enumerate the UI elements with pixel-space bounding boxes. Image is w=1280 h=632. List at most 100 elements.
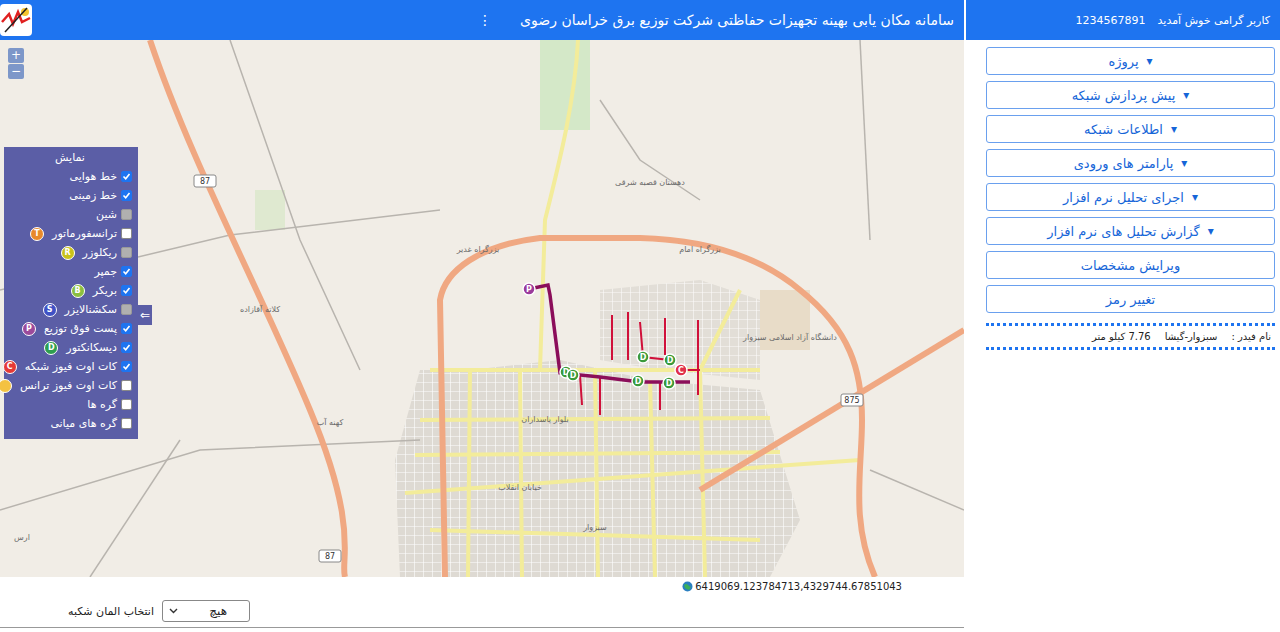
checkbox[interactable] [121,285,132,296]
checkbox[interactable] [121,323,132,334]
svg-text:D: D [640,353,647,362]
menu-label: اجرای تحلیل نرم افزار [1063,190,1184,205]
legend-item[interactable]: ترانسفورماتورT [8,224,132,243]
checkbox[interactable] [121,190,132,201]
checkbox[interactable] [121,266,132,277]
map-label: بلوار پاسداران [521,415,568,424]
main-road [650,380,655,577]
legend-title: نمایش [8,151,132,164]
legend-item[interactable]: دیسکانکتورD [8,338,132,357]
map-label: کهنه آب [317,417,344,427]
menu-button[interactable]: ⋮ [478,12,492,28]
feeder-branch[interactable] [580,375,582,405]
equipment-marker[interactable]: D [663,377,675,389]
legend-item[interactable]: شین [8,205,132,224]
legend-item[interactable]: بریکر B [8,281,132,300]
checkbox[interactable] [121,171,132,182]
menu-label: اطلاعات شبکه [1084,122,1163,137]
checkbox[interactable] [121,361,132,372]
legend-label: شین [96,208,117,221]
legend-item[interactable]: جمپر [8,262,132,281]
svg-text:875: 875 [844,396,859,405]
main-road [468,370,470,577]
checkbox[interactable] [121,228,132,239]
equipment-marker[interactable]: P [523,283,535,295]
equipment-marker[interactable]: D [664,354,676,366]
minor-road [230,40,360,370]
feeder-branch[interactable] [611,315,613,360]
legend-label: کات اوت فیوز شبکه [25,360,117,373]
feeder-branch[interactable] [664,318,666,355]
main-road [520,370,522,577]
legend-item[interactable]: ریکلوزرR [8,243,132,262]
minor-road [860,40,870,240]
legend-badge-icon: R [61,246,75,260]
legend-label: کات اوت فیوز ترانس [20,379,117,392]
menu-button[interactable]: تغییر رمز [986,285,1275,313]
feeder-branch[interactable] [697,320,699,395]
menu-label: تغییر رمز [1106,292,1155,307]
legend-label: گره های میانی [50,417,117,430]
user-bar: کاربر گرامی خوش آمدید1234567891 [966,0,1280,40]
checkbox[interactable] [121,342,132,353]
legend-label: سکشنالایزر [65,303,118,316]
menu-button[interactable]: ▾پیش پردازش شبکه [986,81,1275,109]
feeder-branch[interactable] [627,312,629,360]
legend-item[interactable]: گره ها [8,395,132,414]
highway [440,238,875,577]
checkbox[interactable] [121,418,132,429]
zoom-controls: +− [8,48,24,79]
checkbox[interactable] [121,399,132,410]
legend-item[interactable]: خط زمینی [8,186,132,205]
legend-collapse-button[interactable]: ⇐ [138,305,152,325]
legend-item[interactable]: گره های میانی [8,414,132,433]
checkbox[interactable] [121,209,132,220]
menu-button[interactable]: ▾اجرای تحلیل نرم افزار [986,183,1275,211]
app-root: سامانه مکان یابی بهینه تجهیزات حفاظتی شر… [0,0,1280,632]
svg-text:D: D [570,371,577,380]
legend-item[interactable]: خط هوایی [8,167,132,186]
caret-icon: ▾ [1183,88,1189,102]
menu-button[interactable]: ▾گزارش تحلیل های نرم افزار [986,217,1275,245]
checkbox[interactable] [121,380,132,391]
menu-label: پروژه [1108,54,1138,69]
map-label: سبزوار [582,523,607,532]
zoom-out-button[interactable]: − [8,64,24,79]
svg-text:P: P [526,285,532,294]
map[interactable]: کلاته آقازادهکهنه آبسبزواردانشگاه آزاد ا… [0,40,964,577]
minor-road [600,100,700,200]
legend-item[interactable]: کات اوت فیوز ترانس [8,376,132,395]
side-panel: ▾پروژه▾پیش پردازش شبکه▾اطلاعات شبکه▾پارا… [964,40,1280,628]
equipment-marker[interactable]: D [567,369,579,381]
caret-icon: ▾ [1208,224,1214,238]
menu-button[interactable]: ویرایش مشخصات [986,251,1275,279]
equipment-marker[interactable]: D [632,375,644,387]
equipment-marker[interactable]: C [675,364,687,376]
menu-label: پارامتر های ورودی [1074,156,1174,171]
globe-icon [682,581,693,592]
equipment-marker[interactable]: D [637,351,649,363]
caret-icon: ▾ [1171,122,1177,136]
menu-button[interactable]: ▾پارامتر های ورودی [986,149,1275,177]
select-value: هیچ [209,604,227,618]
checkbox[interactable] [121,304,132,315]
legend-item[interactable]: سکشنالایزرS [8,300,132,319]
menu-button[interactable]: ▾ اطلاعات شبکه [986,115,1275,143]
zoom-in-button[interactable]: + [8,48,24,63]
legend-label: بریکر [93,284,117,297]
menu-button[interactable]: ▾پروژه [986,47,1275,75]
feeder-info: نام فیدر :سبزوار-گیشا7.76 کیلو متر [986,323,1275,350]
main-road [700,290,740,370]
legend-item[interactable]: کات اوت فیوز شبکهC [8,357,132,376]
checkbox[interactable] [121,247,132,258]
legend-badge-icon: C [3,360,17,374]
highway [700,330,964,490]
feeder-branch[interactable] [599,377,601,415]
main-road [700,370,705,577]
legend-badge-icon: B [71,284,85,298]
map-label: بزرگراه امام [679,244,721,254]
element-select[interactable]: هیچ [162,600,250,622]
legend-item[interactable]: پست فوق توزیعP [8,319,132,338]
feeder-line[interactable] [529,285,690,382]
feeder-branch[interactable] [659,382,661,410]
